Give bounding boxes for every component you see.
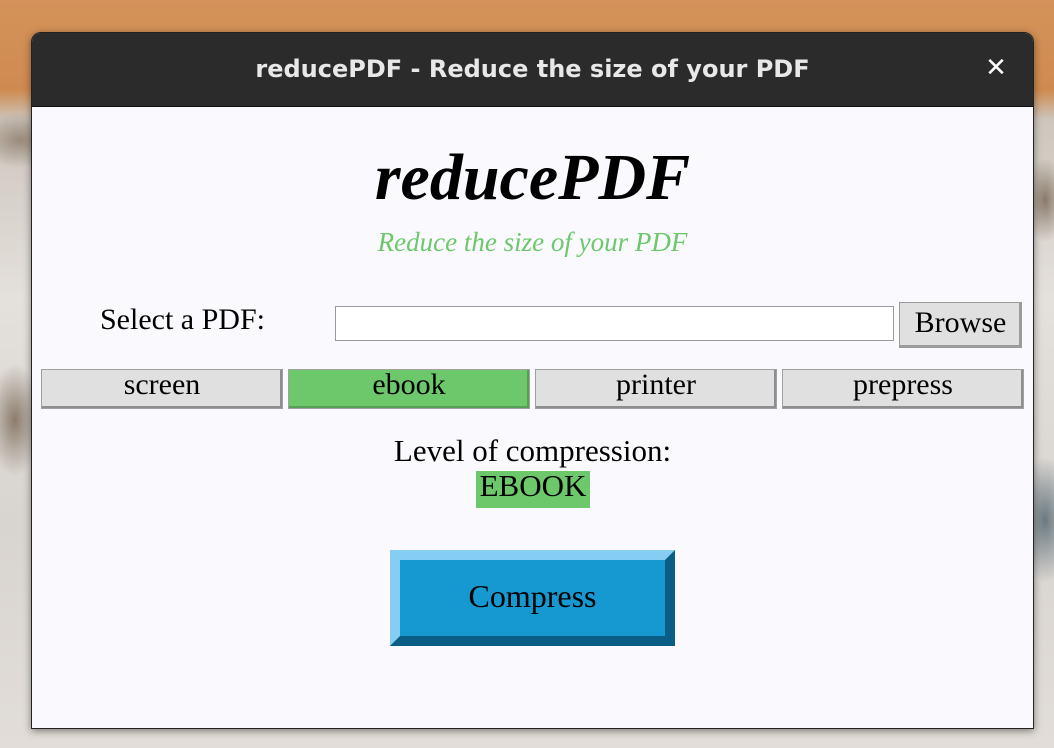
compression-level-value: EBOOK (476, 470, 590, 508)
preset-ebook-button[interactable]: ebook (288, 369, 530, 409)
app-window: reducePDF - Reduce the size of your PDF … (31, 32, 1034, 729)
main-content: reducePDF Reduce the size of your PDF Se… (32, 107, 1033, 728)
window-title: reducePDF - Reduce the size of your PDF (255, 55, 810, 83)
browse-button[interactable]: Browse (899, 302, 1022, 348)
app-title: reducePDF (374, 141, 691, 214)
pdf-path-input[interactable] (335, 306, 894, 341)
preset-printer-button[interactable]: printer (535, 369, 777, 409)
title-bar[interactable]: reducePDF - Reduce the size of your PDF … (32, 33, 1033, 107)
app-subtitle: Reduce the size of your PDF (377, 227, 688, 257)
select-pdf-label: Select a PDF: (100, 303, 265, 336)
preset-prepress-button[interactable]: prepress (782, 369, 1024, 409)
compress-button[interactable]: Compress (390, 550, 675, 646)
compression-level-label: Level of compression: (393, 433, 672, 468)
close-icon[interactable]: ✕ (983, 55, 1009, 81)
preset-screen-button[interactable]: screen (41, 369, 283, 409)
